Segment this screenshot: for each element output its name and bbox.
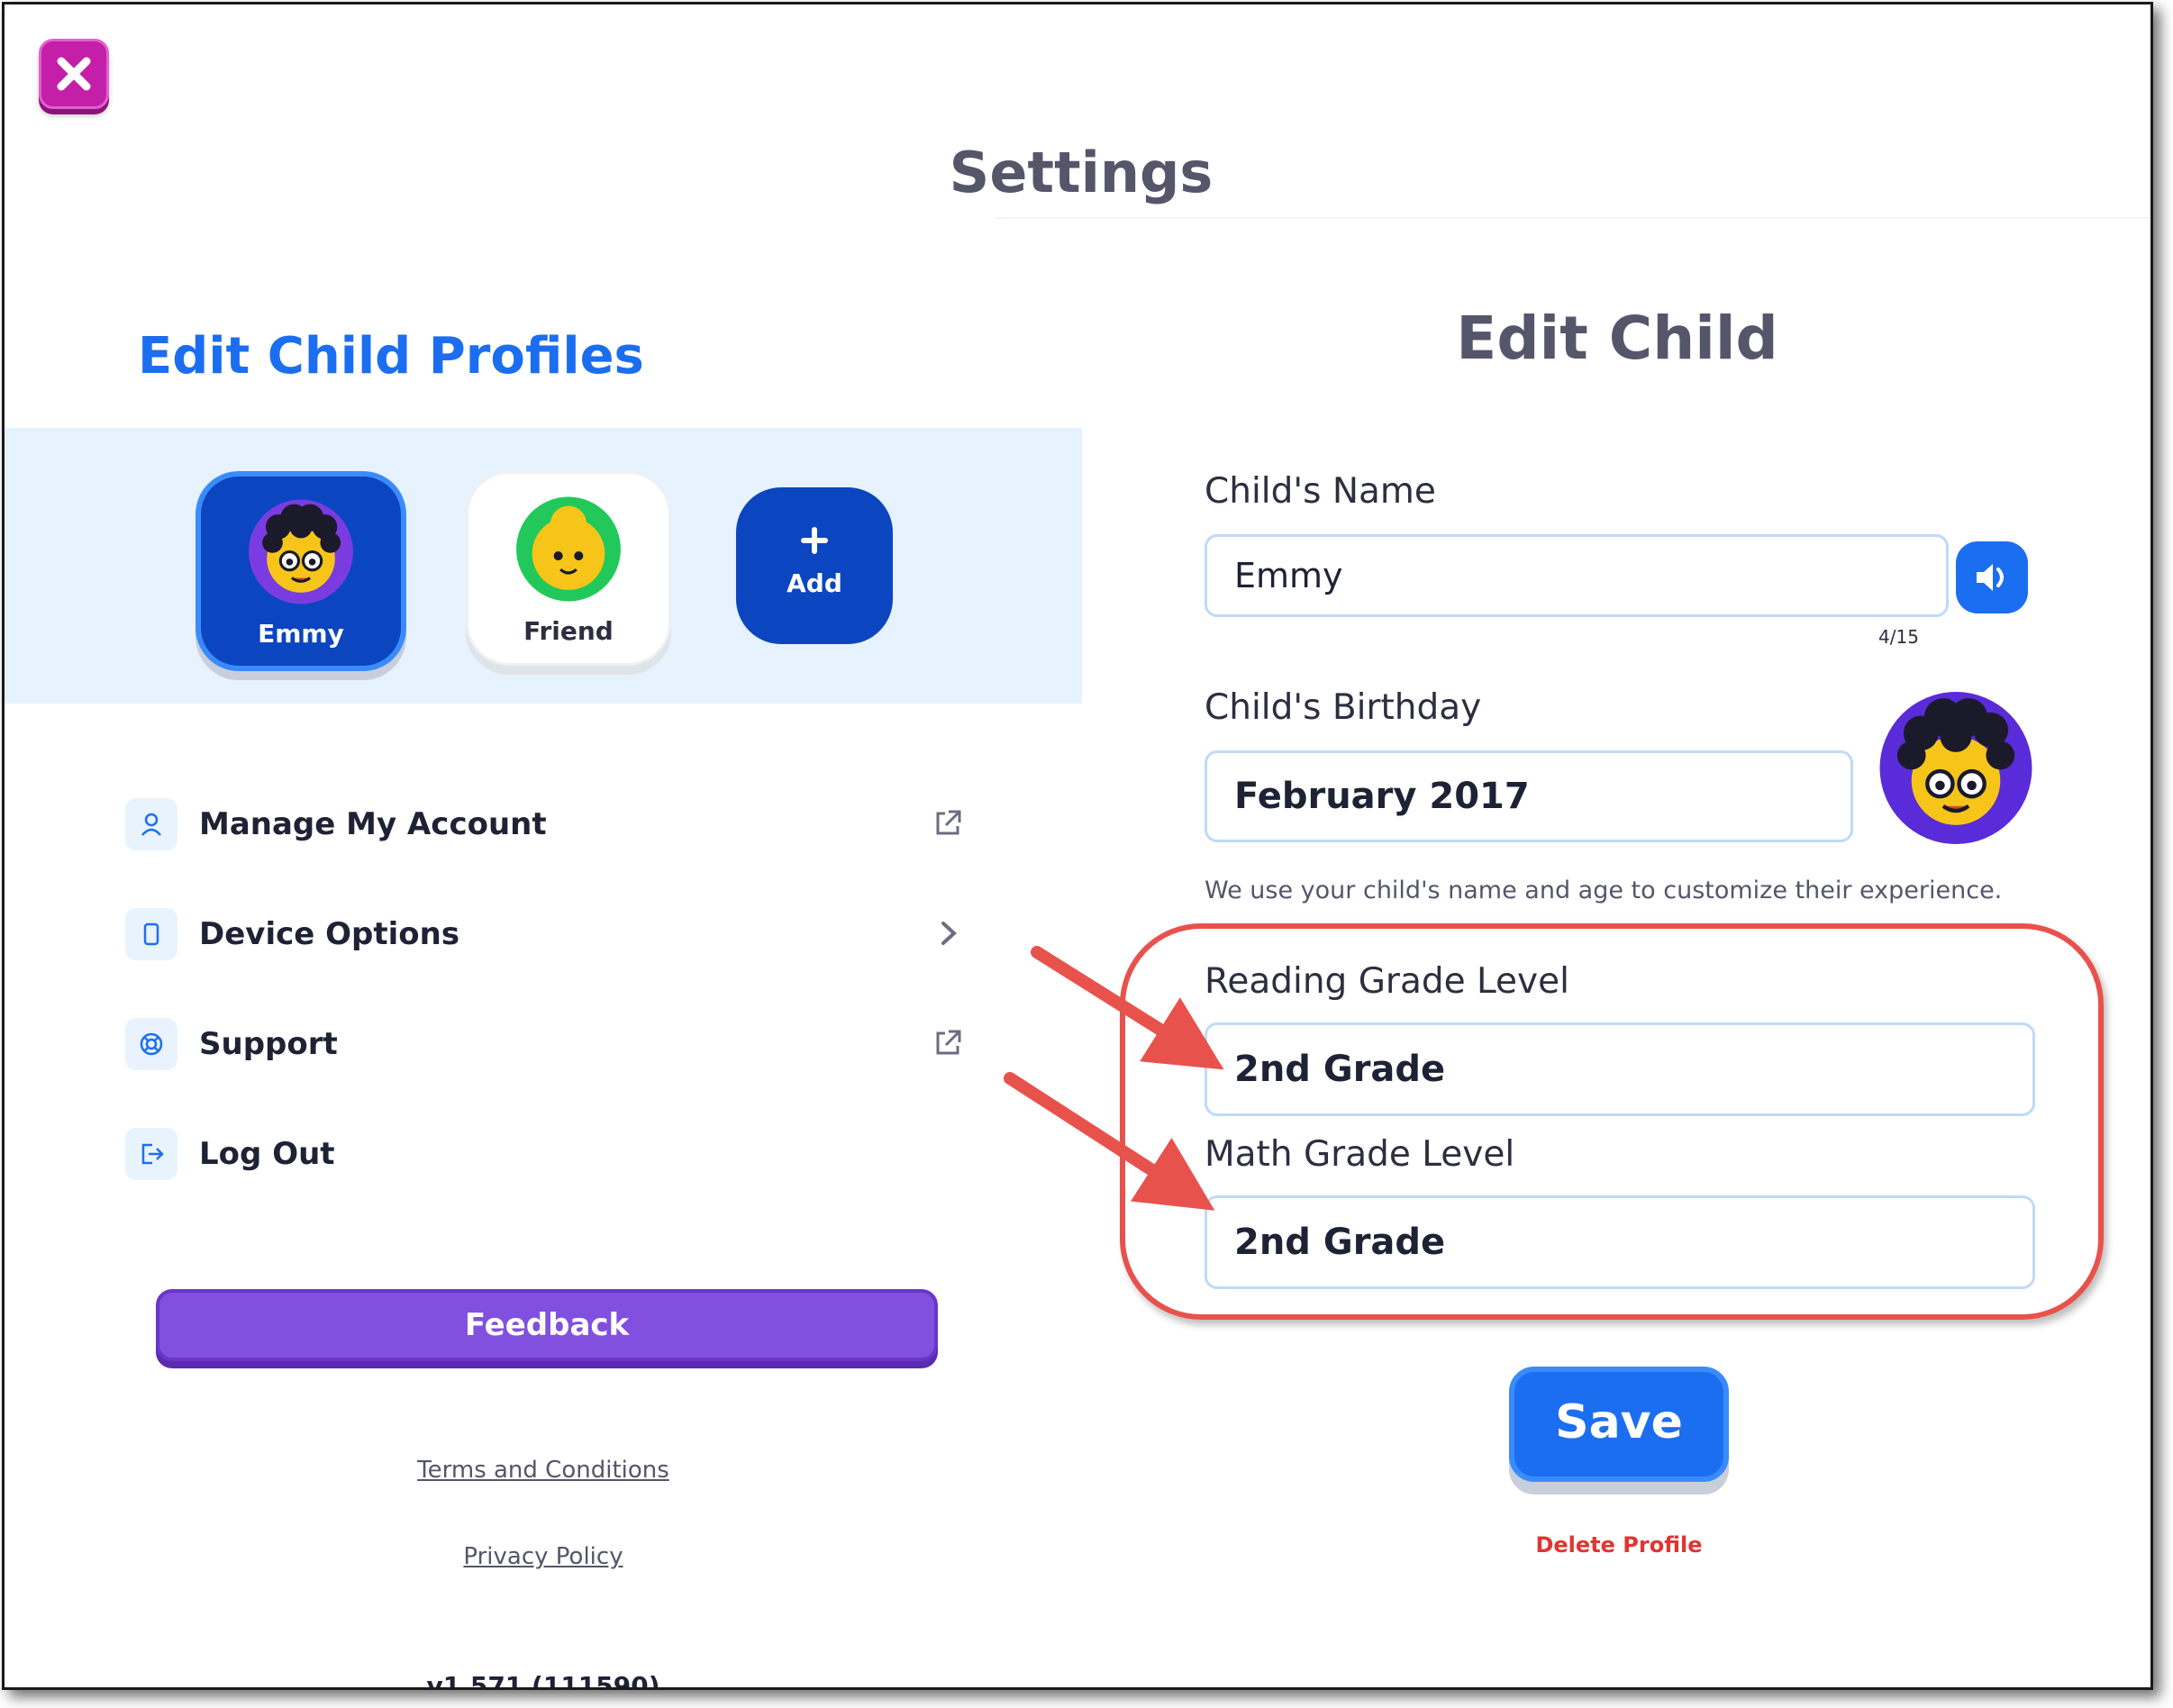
math-grade-select[interactable]: 2nd Grade	[1205, 1195, 2035, 1289]
external-link-icon	[936, 810, 961, 835]
menu-label: Log Out	[199, 1136, 335, 1172]
chevron-right-icon	[941, 922, 957, 945]
menu-item-manage-account[interactable]: Manage My Account	[125, 797, 963, 851]
page-title: Settings	[949, 140, 1214, 205]
edit-child-heading: Edit Child	[1456, 304, 1778, 373]
math-grade-label: Math Grade Level	[1205, 1134, 1515, 1175]
menu-item-log-out[interactable]: Log Out	[125, 1127, 963, 1181]
settings-window: Settings Edit Child Profiles Emmy Friend…	[2, 2, 2153, 1690]
child-birthday-input[interactable]: February 2017	[1205, 750, 1853, 842]
add-label: Add	[786, 568, 842, 598]
speaker-button[interactable]	[1956, 541, 2028, 613]
device-icon	[125, 908, 177, 960]
add-profile-button[interactable]: Add	[736, 487, 893, 644]
child-name-label: Child's Name	[1205, 471, 1436, 512]
child-birthday-label: Child's Birthday	[1205, 687, 1482, 728]
menu-label: Device Options	[199, 916, 460, 952]
friend-avatar	[516, 496, 621, 602]
version-label: v1.571 (111590)	[426, 1671, 660, 1690]
helper-text: We use your child's name and age to cust…	[1205, 877, 2003, 904]
lifebuoy-icon	[125, 1018, 177, 1070]
child-name-input[interactable]: Emmy	[1205, 534, 1949, 617]
menu-item-device-options[interactable]: Device Options	[125, 907, 963, 961]
save-button[interactable]: Save	[1509, 1367, 1729, 1482]
profile-label-emmy: Emmy	[258, 619, 344, 649]
external-link-icon	[936, 1030, 961, 1055]
delete-profile-link[interactable]: Delete Profile	[1482, 1532, 1756, 1558]
user-icon	[125, 798, 177, 850]
reading-grade-label: Reading Grade Level	[1205, 961, 1569, 1002]
child-avatar[interactable]	[1877, 686, 2035, 844]
privacy-link[interactable]: Privacy Policy	[5, 1543, 1082, 1570]
menu-item-support[interactable]: Support	[125, 1017, 963, 1071]
edit-child-profiles-heading: Edit Child Profiles	[138, 327, 644, 386]
menu-label: Manage My Account	[199, 806, 547, 842]
title-divider	[996, 217, 2149, 219]
plus-icon	[801, 527, 828, 554]
reading-grade-select[interactable]: 2nd Grade	[1205, 1022, 2035, 1116]
close-button[interactable]	[39, 39, 109, 109]
close-icon	[57, 57, 91, 91]
emmy-avatar	[249, 499, 353, 604]
profile-label-friend: Friend	[523, 616, 614, 646]
menu-label: Support	[199, 1026, 338, 1062]
name-char-counter: 4/15	[1878, 626, 1919, 648]
profile-card-friend[interactable]: Friend	[466, 471, 671, 666]
terms-link[interactable]: Terms and Conditions	[5, 1457, 1082, 1484]
feedback-button[interactable]: Feedback	[156, 1289, 938, 1361]
speaker-icon	[1977, 564, 2004, 591]
logout-icon	[125, 1128, 177, 1180]
profile-card-emmy[interactable]: Emmy	[195, 471, 406, 671]
